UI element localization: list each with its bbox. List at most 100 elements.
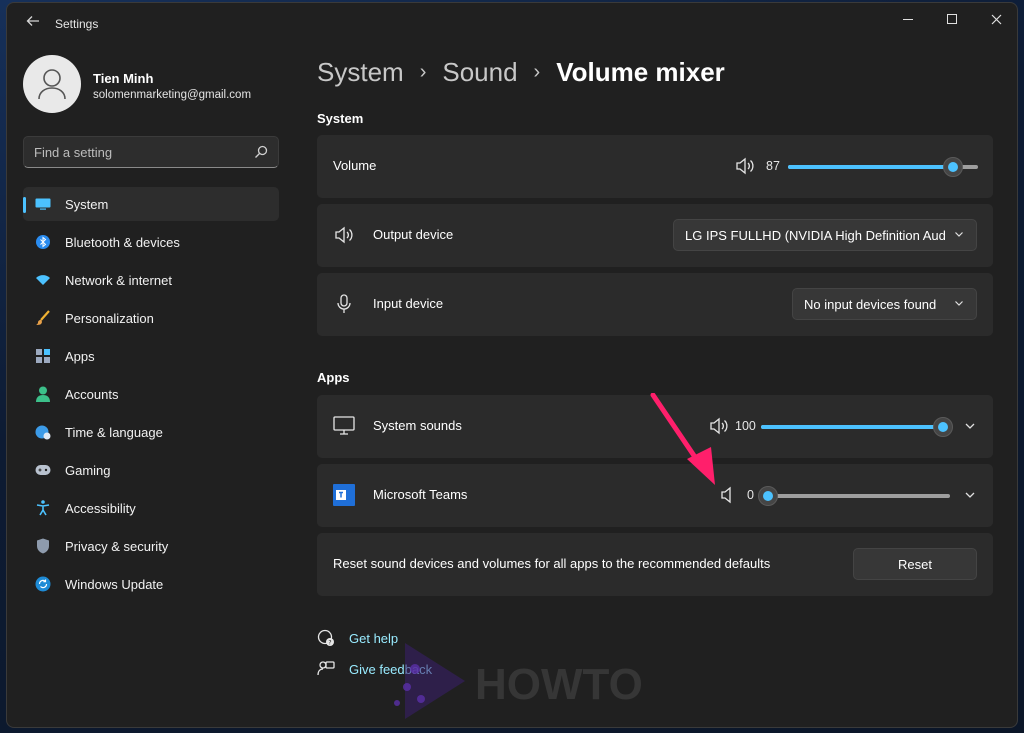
chevron-right-icon: › (533, 61, 541, 83)
maximize-button[interactable] (929, 3, 975, 35)
close-icon (991, 14, 1001, 24)
howto-watermark: HOWTO (385, 641, 675, 723)
wifi-icon (35, 272, 51, 288)
sidebar-item-personalization[interactable]: Personalization (23, 301, 279, 335)
sidebar-item-accounts[interactable]: Accounts (23, 377, 279, 411)
help-chat-icon: ? (317, 629, 335, 647)
sidebar-item-gaming[interactable]: Gaming (23, 453, 279, 487)
teams-volume-value: 0 (747, 488, 754, 502)
sidebar-item-label: Time & language (65, 424, 163, 440)
accessibility-icon (35, 500, 51, 516)
volume-card: Volume 87 (317, 135, 993, 198)
chevron-down-icon[interactable] (964, 489, 976, 501)
output-device-label: Output device (373, 227, 454, 242)
input-device-card: Input device No input devices found (317, 273, 993, 336)
search-input[interactable] (34, 137, 244, 167)
breadcrumb-system[interactable]: System (317, 57, 404, 88)
gamepad-icon (35, 462, 51, 478)
volume-label: Volume (333, 158, 377, 173)
monitor-icon (333, 415, 355, 437)
person-avatar-icon (38, 69, 66, 100)
system-sounds-volume-slider[interactable] (761, 417, 953, 437)
window-title: Settings (55, 17, 99, 31)
system-sounds-volume-value: 100 (735, 419, 756, 433)
input-device-dropdown[interactable]: No input devices found (792, 288, 977, 320)
volume-value: 87 (766, 159, 780, 173)
volume-slider-thumb[interactable] (943, 157, 964, 177)
watermark-text: HOWTO (475, 660, 643, 709)
svg-text:?: ? (328, 640, 331, 647)
chevron-down-icon[interactable] (964, 420, 976, 432)
profile-email: solomenmarketing@gmail.com (93, 89, 252, 101)
speaker-volume-icon[interactable] (735, 157, 755, 175)
reset-card: Reset sound devices and volumes for all … (317, 533, 993, 596)
sidebar-item-label: Accounts (65, 386, 119, 402)
sidebar-item-apps[interactable]: Apps (23, 339, 279, 373)
minimize-icon (903, 18, 913, 20)
input-device-label: Input device (373, 296, 444, 311)
output-device-value: LG IPS FULLHD (NVIDIA High Definition Au… (685, 228, 946, 243)
slider-thumb[interactable] (758, 486, 778, 506)
volume-slider-fill (788, 165, 954, 169)
sidebar-nav: System Bluetooth & devices Network & int… (23, 187, 279, 605)
section-title-apps: Apps (317, 370, 350, 385)
sidebar-item-label: Personalization (65, 310, 154, 326)
sidebar-item-label: Windows Update (65, 576, 164, 592)
system-display-icon (35, 196, 51, 212)
sidebar-item-privacy[interactable]: Privacy & security (23, 529, 279, 563)
brush-icon (35, 310, 51, 326)
chevron-down-icon (955, 301, 963, 306)
apps-icon (35, 348, 51, 364)
volume-slider[interactable] (788, 157, 978, 177)
maximize-icon (947, 14, 957, 24)
close-button[interactable] (973, 3, 1017, 35)
microphone-icon (333, 293, 355, 315)
search-box[interactable] (23, 136, 279, 168)
shield-icon (35, 538, 51, 554)
feedback-icon (317, 660, 335, 678)
sidebar-item-label: Network & internet (65, 272, 172, 288)
sidebar-item-network[interactable]: Network & internet (23, 263, 279, 297)
slider-fill (761, 425, 943, 429)
app-label-microsoft-teams: Microsoft Teams (373, 487, 468, 502)
sidebar-item-system[interactable]: System (23, 187, 279, 221)
update-icon (35, 576, 51, 592)
title-bar: Settings (7, 3, 1017, 43)
avatar (23, 55, 81, 113)
speaker-icon (333, 224, 355, 246)
breadcrumb: System › Sound › Volume mixer (317, 57, 725, 88)
slider-thumb[interactable] (933, 417, 953, 437)
section-title-system: System (317, 111, 364, 126)
sidebar-item-label: System (65, 196, 109, 212)
bluetooth-icon (35, 234, 51, 250)
chevron-right-icon: › (419, 61, 427, 83)
sidebar-item-time-language[interactable]: Time & language (23, 415, 279, 449)
breadcrumb-sound[interactable]: Sound (442, 57, 517, 88)
teams-volume-slider[interactable] (758, 486, 950, 506)
sidebar-item-accessibility[interactable]: Accessibility (23, 491, 279, 525)
profile-name: Tien Minh (93, 71, 154, 86)
minimize-button[interactable] (885, 3, 931, 35)
sidebar-item-label: Apps (65, 348, 95, 364)
sidebar-item-windows-update[interactable]: Windows Update (23, 567, 279, 601)
settings-window: Settings Tien Minh solomenmarketing@gmai… (6, 2, 1018, 728)
back-arrow-icon[interactable] (23, 14, 43, 34)
sidebar-item-bluetooth[interactable]: Bluetooth & devices (23, 225, 279, 259)
input-device-value: No input devices found (804, 297, 937, 312)
globe-clock-icon (35, 424, 51, 440)
teams-icon (333, 484, 355, 506)
chevron-down-icon (955, 232, 963, 237)
reset-button[interactable]: Reset (853, 548, 977, 580)
output-device-dropdown[interactable]: LG IPS FULLHD (NVIDIA High Definition Au… (673, 219, 977, 251)
sidebar-item-label: Bluetooth & devices (65, 234, 180, 250)
sidebar-item-label: Privacy & security (65, 538, 169, 554)
user-profile[interactable]: Tien Minh solomenmarketing@gmail.com (23, 55, 283, 119)
page-title: Volume mixer (556, 57, 725, 87)
sidebar-item-label: Accessibility (65, 500, 136, 516)
sidebar-item-label: Gaming (65, 462, 111, 478)
reset-description: Reset sound devices and volumes for all … (333, 556, 771, 571)
person-icon (35, 386, 51, 402)
annotation-arrow (650, 393, 715, 485)
output-device-card: Output device LG IPS FULLHD (NVIDIA High… (317, 204, 993, 267)
search-icon[interactable] (254, 145, 268, 159)
